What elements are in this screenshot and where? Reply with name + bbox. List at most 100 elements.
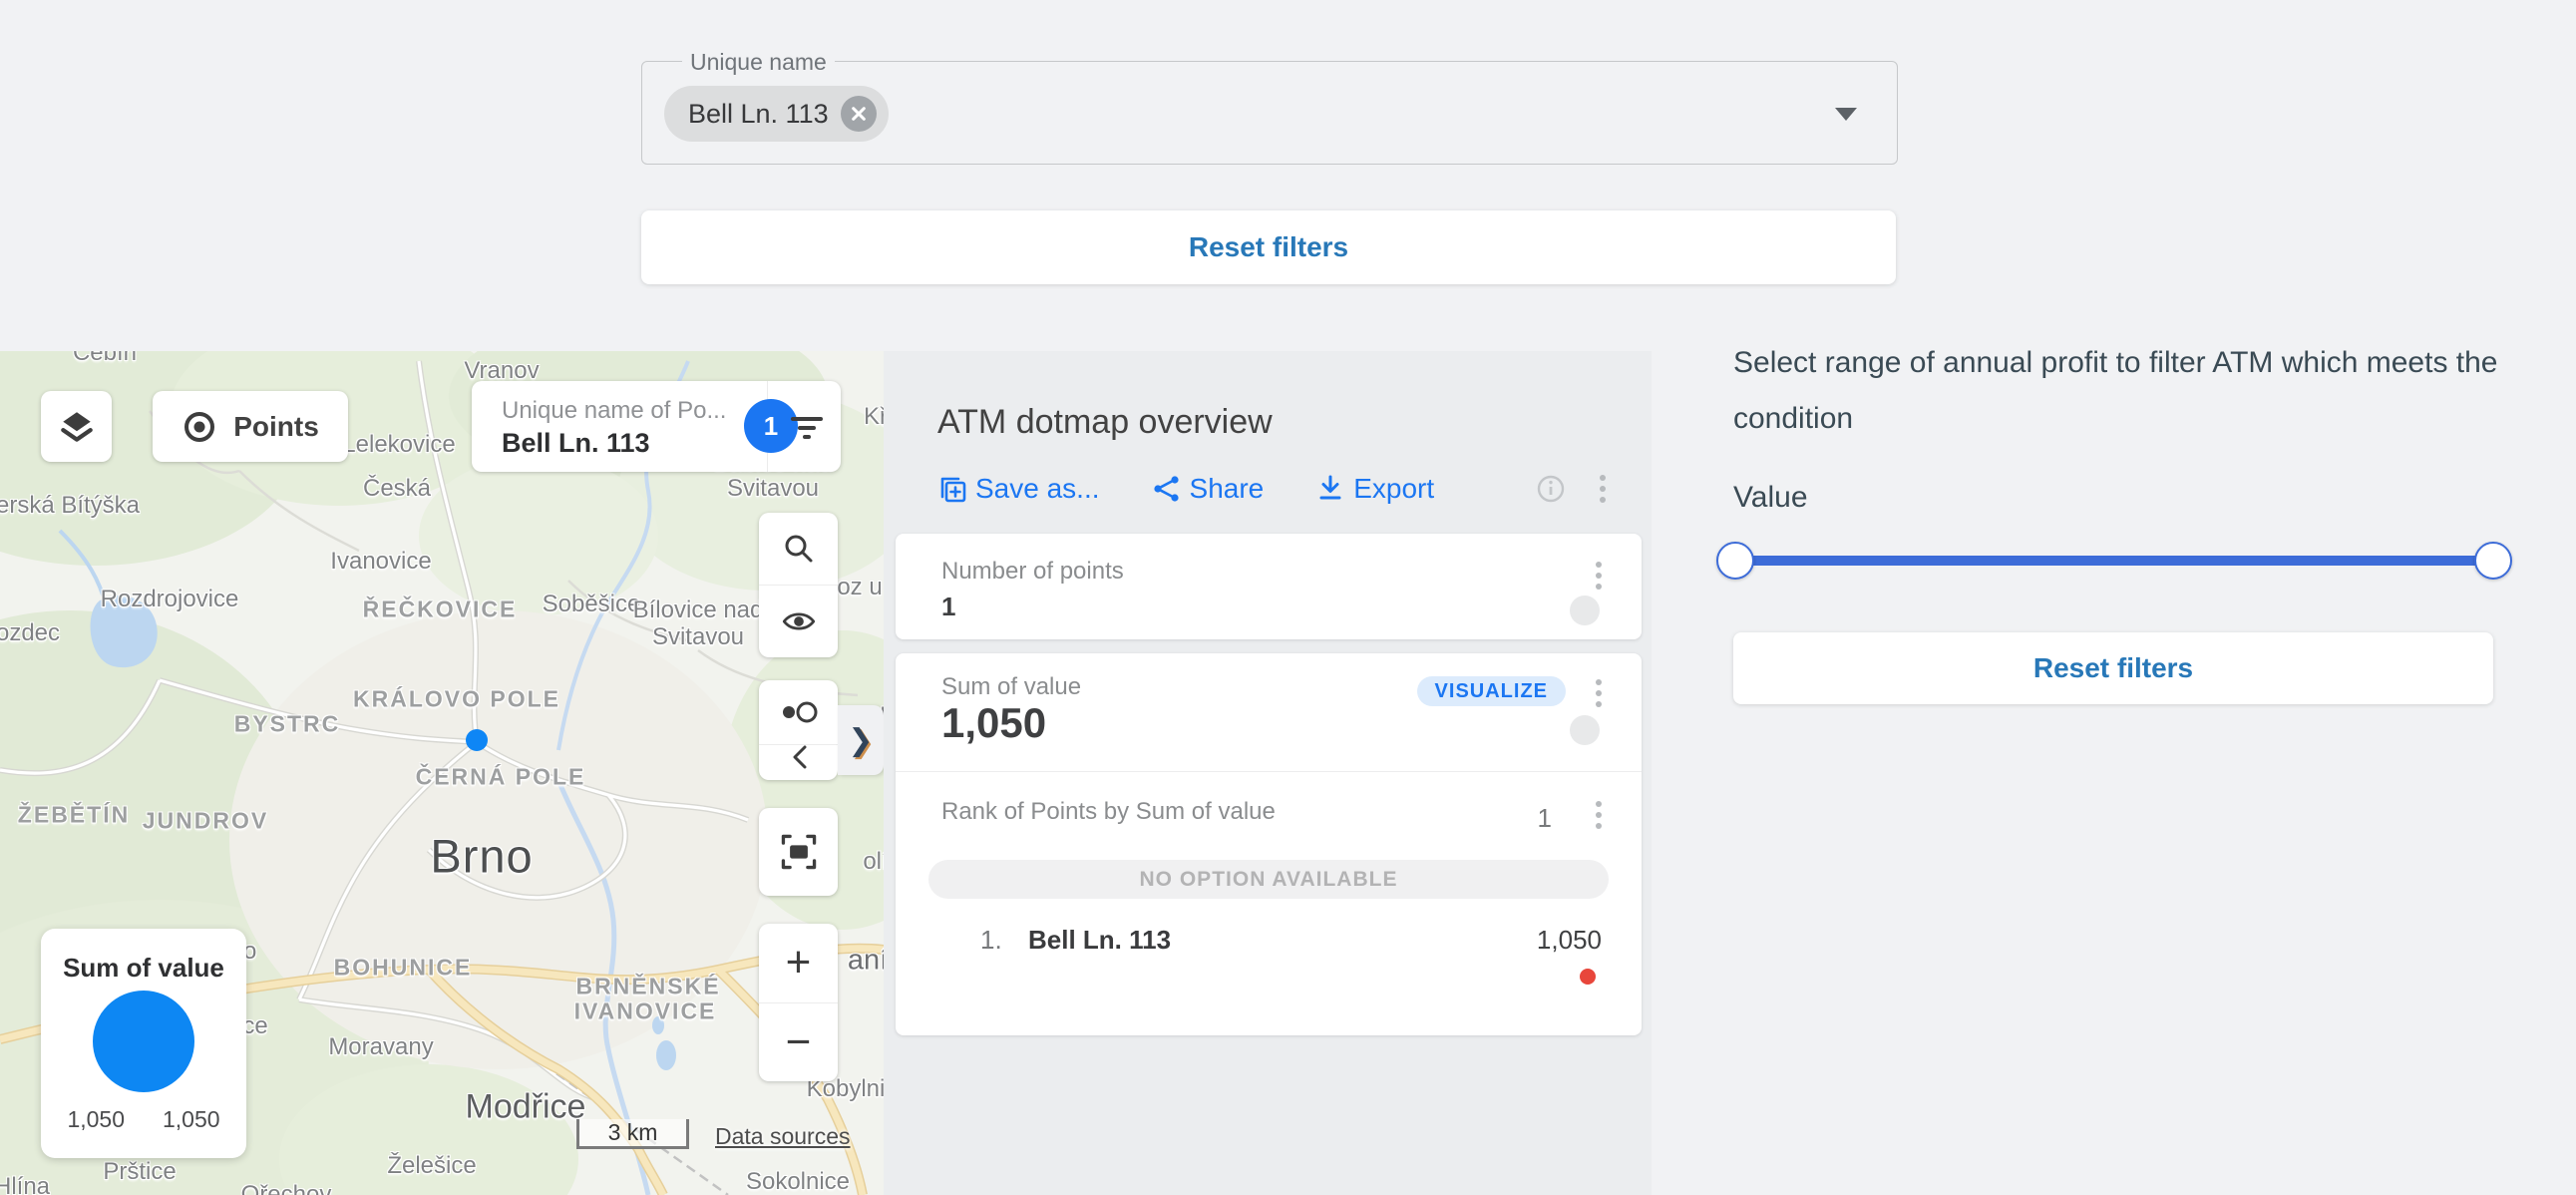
export-icon [1315, 474, 1345, 504]
map-label: Ořechov [241, 1181, 332, 1195]
rank-row-value: 1,050 [1537, 925, 1602, 956]
map-label: Kř [864, 403, 884, 431]
zoom-out-button[interactable]: − [786, 1003, 812, 1082]
map-label: Svitavou [727, 475, 819, 503]
map-label: Moravany [328, 1033, 433, 1061]
map-filter-value: Bell Ln. 113 [502, 428, 650, 459]
rank-row-index: 1. [980, 925, 1002, 956]
divider [896, 771, 1642, 772]
no-option-bar: NO OPTION AVAILABLE [928, 860, 1609, 899]
filter-list-icon[interactable] [789, 409, 825, 445]
map-legend-card: Sum of value 1,050 1,050 [41, 929, 246, 1158]
legend-max-value: 1,050 [163, 1106, 220, 1133]
map-filter-attribute: Unique name of Po... [502, 397, 726, 425]
map-label: Sokolnice [746, 1168, 850, 1195]
map-filter-card[interactable]: Unique name of Po... Bell Ln. 113 1 [472, 381, 841, 472]
map-label: ČERNÁ POLE [416, 764, 586, 791]
share-label: Share [1190, 473, 1265, 505]
zoom-control-group: + − [759, 924, 838, 1081]
filter-chip-label: Bell Ln. 113 [688, 99, 829, 130]
value-range-slider[interactable] [1733, 537, 2511, 585]
map-label: oz u [837, 574, 882, 601]
map-label: BOHUNICE [334, 955, 473, 982]
map-label: Rozdrojovice [101, 586, 239, 613]
map-label: Hlína [0, 1173, 50, 1195]
export-button[interactable]: Export [1315, 473, 1434, 505]
card-label: Number of points [941, 558, 1124, 586]
rank-title: Rank of Points by Sum of value [941, 798, 1276, 826]
atm-point-marker[interactable] [466, 729, 488, 751]
card-label: Sum of value [941, 673, 1081, 701]
map-label: vozdec [0, 619, 60, 647]
eye-icon [780, 602, 818, 640]
dashboard-title: ATM dotmap overview [937, 403, 1273, 442]
filter-chip[interactable]: Bell Ln. 113 [664, 86, 889, 142]
point-size-button[interactable] [779, 680, 819, 744]
rank-row-name[interactable]: Bell Ln. 113 [1028, 925, 1171, 956]
map-label: BYSTRC [234, 711, 341, 738]
slider-track[interactable] [1733, 556, 2493, 566]
map-canvas[interactable]: Čebín Vranov Lelekovice Česká verská Bít… [0, 351, 884, 1195]
save-as-icon [937, 474, 967, 504]
visualize-chip[interactable]: VISUALIZE [1417, 676, 1566, 706]
reset-filters-button-top[interactable]: Reset filters [641, 210, 1896, 284]
map-label: Lelekovice [342, 431, 455, 459]
card-value: 1,050 [941, 699, 1046, 747]
search-icon [781, 531, 817, 567]
info-icon[interactable] [1536, 474, 1566, 504]
map-label: JUNDROV [143, 808, 268, 835]
map-label: Česká [363, 475, 431, 503]
search-eye-group [759, 513, 838, 657]
map-label: Svitavou [652, 623, 744, 651]
point-symbol-icon [182, 409, 217, 445]
indicator-dot [1570, 596, 1600, 625]
map-label: Soběšice [543, 591, 641, 618]
map-label: verská Bítýška [0, 492, 140, 520]
points-button-label: Points [233, 411, 319, 443]
unique-name-select[interactable]: Unique name Bell Ln. 113 [641, 61, 1898, 165]
rank-kebab-menu[interactable] [1596, 801, 1602, 829]
map-visibility-button[interactable] [780, 586, 818, 657]
map-scale-bar: 3 km [576, 1119, 689, 1149]
share-icon [1152, 474, 1182, 504]
map-search-button[interactable] [781, 513, 817, 585]
dropdown-caret-icon[interactable] [1835, 108, 1857, 121]
dashboard-toolbar: Save as... Share Export [937, 469, 1434, 509]
zoom-in-button[interactable]: + [786, 924, 812, 1002]
indicator-dot [1570, 715, 1600, 745]
remove-chip-icon[interactable] [841, 96, 877, 132]
map-label: KRÁLOVO POLE [353, 686, 560, 713]
dashboard-kebab-menu[interactable] [1600, 475, 1606, 503]
legend-title: Sum of value [41, 953, 246, 984]
reset-filters-button-right[interactable]: Reset filters [1733, 632, 2493, 704]
slider-handle-max[interactable] [2474, 542, 2512, 580]
dot-circle-icon [779, 694, 819, 730]
value-slider-label: Value [1733, 481, 1808, 515]
map-label: Ivanovice [330, 548, 431, 576]
unique-name-label: Unique name [682, 49, 835, 76]
export-label: Export [1353, 473, 1434, 505]
data-sources-link[interactable]: Data sources [715, 1123, 851, 1150]
rank-row-color-dot [1580, 969, 1596, 985]
save-as-button[interactable]: Save as... [937, 473, 1100, 505]
app-page: Unique name Bell Ln. 113 Reset filters [0, 0, 2576, 1195]
number-of-points-card[interactable]: Number of points 1 [896, 534, 1642, 639]
map-label: Prštice [103, 1158, 176, 1186]
sum-of-value-card[interactable]: Sum of value 1,050 VISUALIZE Rank of Poi… [896, 653, 1642, 1035]
card-kebab-menu[interactable] [1596, 562, 1602, 590]
map-label: ŽEBĚTÍN [18, 802, 130, 829]
legend-min-value: 1,050 [67, 1106, 125, 1133]
share-button[interactable]: Share [1152, 473, 1265, 505]
map-label: Bílovice nad [633, 597, 764, 624]
points-layer-button[interactable]: Points [153, 391, 348, 462]
map-label: Čebín [73, 351, 137, 367]
partial-hidden-icon[interactable] [787, 745, 811, 771]
card-value: 1 [941, 592, 955, 622]
fit-bounds-button[interactable] [759, 808, 838, 896]
slider-handle-min[interactable] [1716, 542, 1754, 580]
card-kebab-menu[interactable] [1596, 679, 1602, 707]
map-label: IVANOVICE [574, 998, 717, 1025]
map-label: ŘEČKOVICE [363, 597, 518, 623]
layers-button[interactable] [41, 391, 112, 462]
panel-expander-tab[interactable]: ❯ [838, 705, 884, 775]
